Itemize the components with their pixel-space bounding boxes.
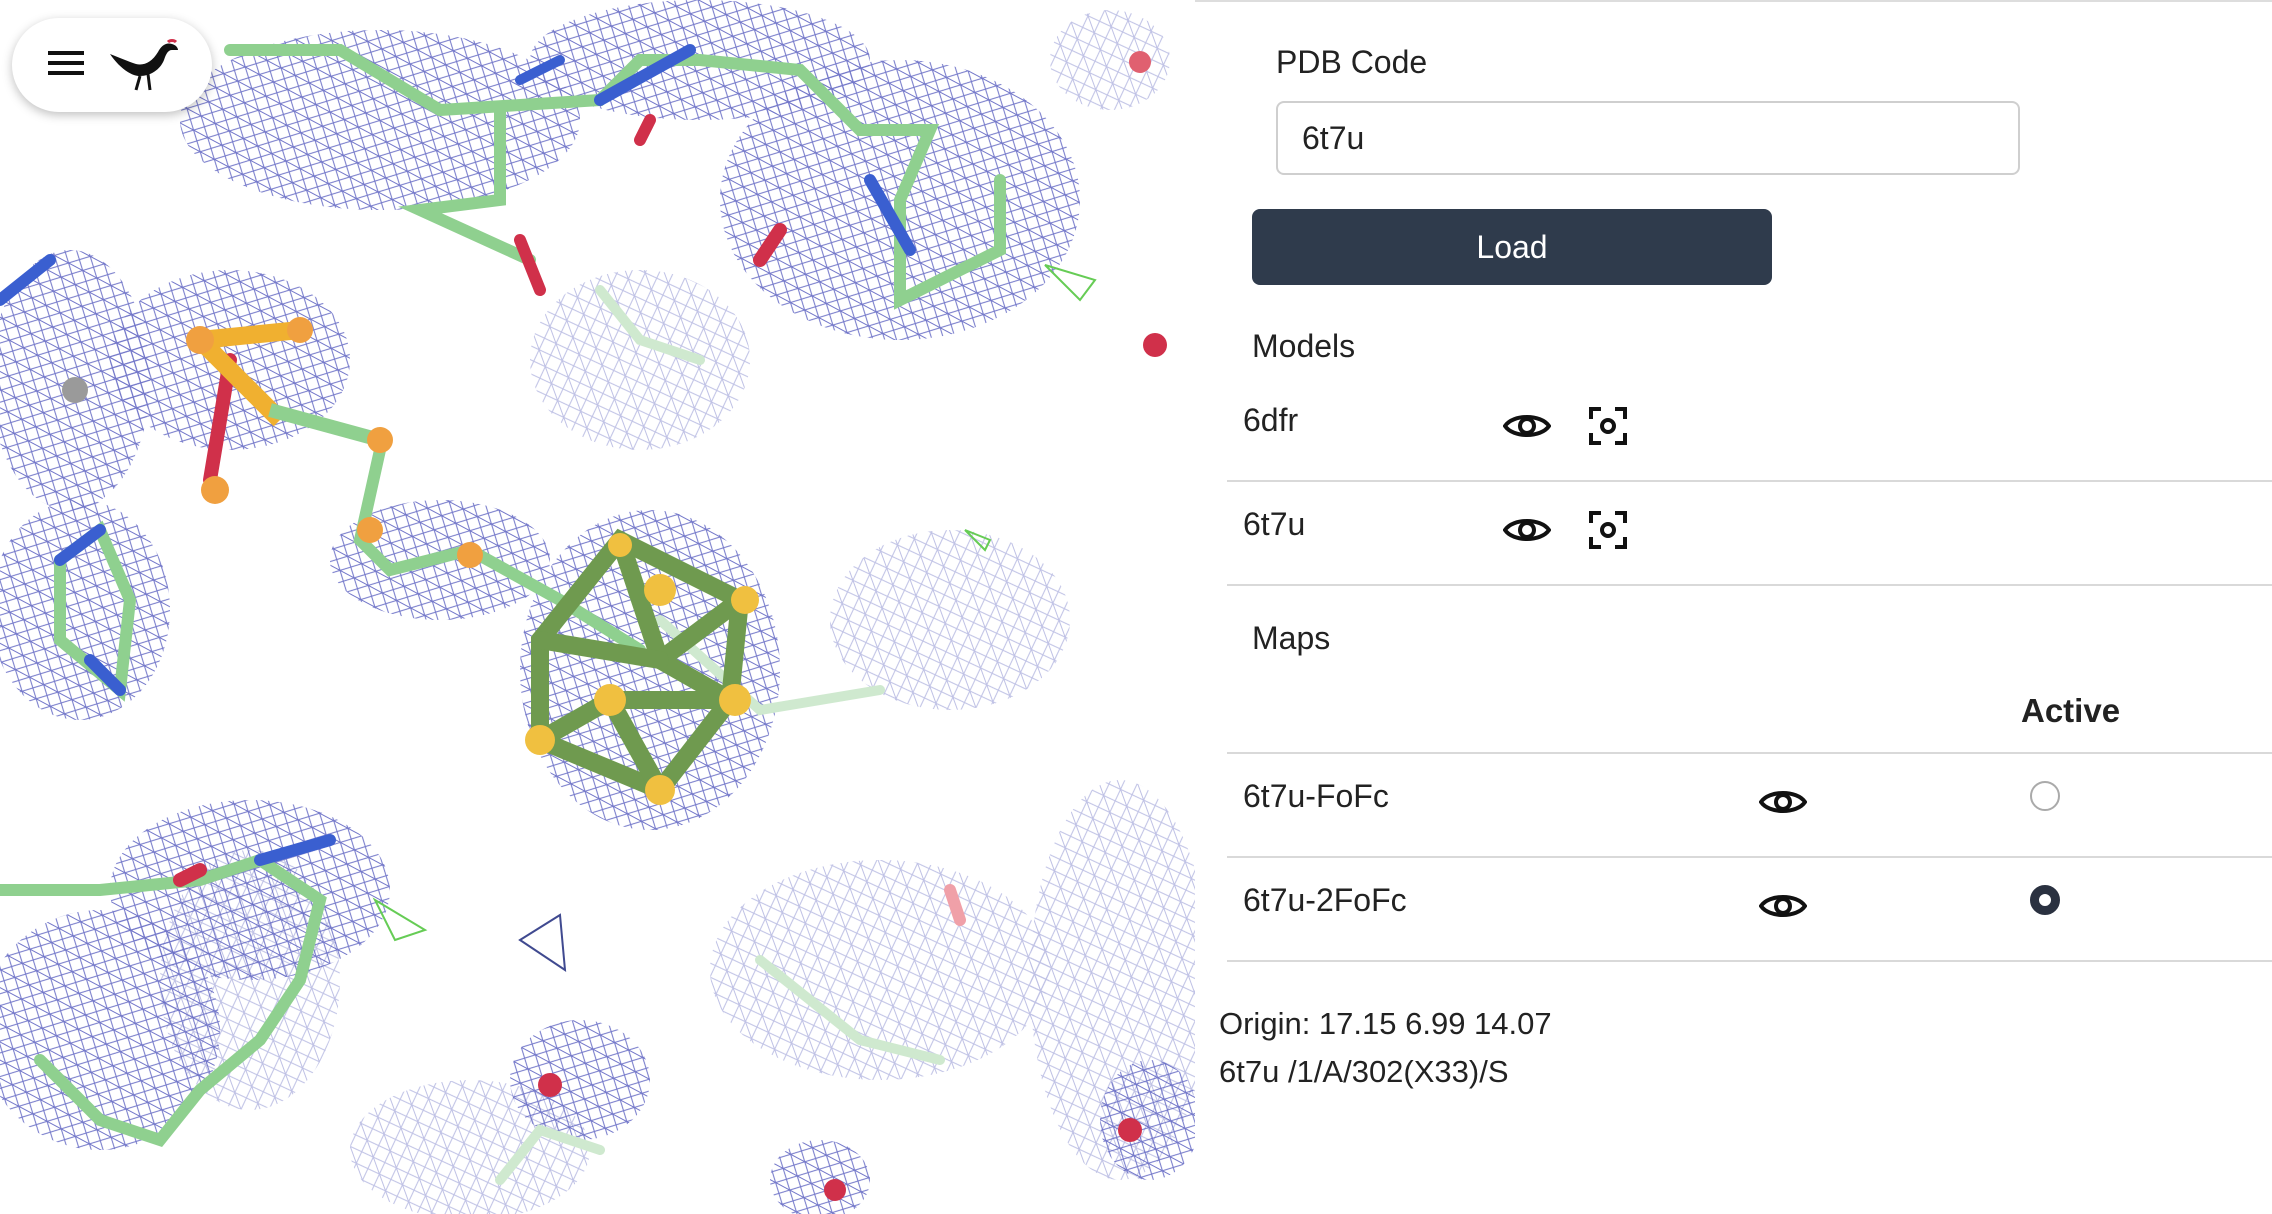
toolbar-pill — [12, 18, 212, 112]
selection-readout: 6t7u /1/A/302(X33)/S — [1219, 1054, 1509, 1089]
eye-icon[interactable] — [1758, 786, 1808, 823]
eye-icon[interactable] — [1758, 890, 1808, 927]
map-row-fofc: 6t7u-FoFc — [1227, 754, 2272, 858]
map-name: 6t7u-FoFc — [1243, 778, 1389, 814]
maps-heading: Maps — [1252, 620, 1331, 656]
eye-icon[interactable] — [1502, 410, 1552, 447]
origin-readout: Origin: 17.15 6.99 14.07 — [1219, 1006, 1552, 1041]
active-radio-fofc[interactable] — [2030, 781, 2060, 811]
eye-icon[interactable] — [1502, 514, 1552, 551]
models-heading: Models — [1252, 328, 1356, 364]
map-row-2fofc: 6t7u-2FoFc — [1227, 858, 2272, 962]
molecule-viewer-canvas[interactable] — [0, 0, 1195, 1214]
hamburger-menu-icon[interactable] — [48, 49, 84, 82]
active-column-header: Active — [2021, 692, 2121, 729]
pdb-code-label: PDB Code — [1276, 44, 1428, 80]
focus-target-icon[interactable] — [1589, 511, 1627, 554]
molecule-scene — [0, 0, 1195, 1214]
model-name: 6t7u — [1243, 506, 1306, 542]
model-row-6dfr: 6dfr — [1227, 378, 2272, 482]
model-name: 6dfr — [1243, 402, 1299, 438]
bird-logo-icon[interactable] — [106, 34, 180, 97]
control-panel: PDB Code Load Models 6dfr 6t7u Maps Acti… — [1195, 0, 2272, 1214]
model-row-6t7u: 6t7u — [1227, 482, 2272, 586]
map-name: 6t7u-2FoFc — [1243, 882, 1407, 918]
focus-target-icon[interactable] — [1589, 407, 1627, 450]
active-radio-2fofc[interactable] — [2030, 885, 2060, 915]
pdb-code-input[interactable] — [1276, 101, 2020, 175]
load-button[interactable]: Load — [1252, 209, 1772, 285]
